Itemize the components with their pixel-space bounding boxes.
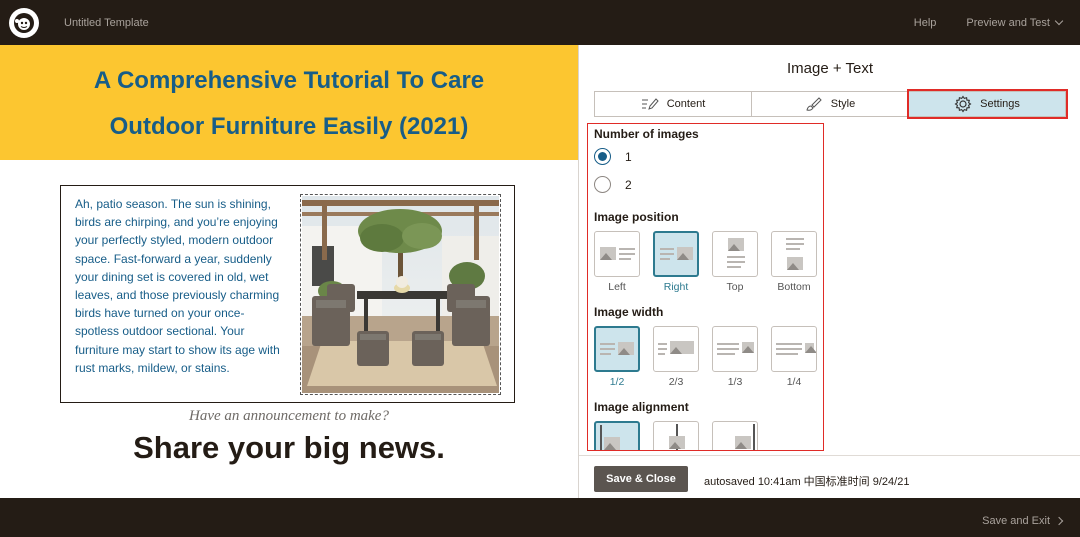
position-left-option[interactable]: Left (594, 231, 640, 293)
width-one-quarter-label: 1/4 (786, 376, 802, 388)
width-one-third-option[interactable]: 1/3 (712, 326, 758, 388)
images-option-2[interactable]: 2 (594, 176, 632, 193)
number-of-images-label: Number of images (594, 127, 699, 141)
image-alignment-options (594, 421, 758, 450)
editor-tabs: Content Style Settings (594, 89, 1068, 119)
save-and-exit-link[interactable]: Save and Exit (982, 515, 1064, 527)
alignment-right-icon (712, 421, 758, 450)
hero-title-line-2: Outdoor Furniture Easily (2021) (109, 113, 469, 140)
chevron-right-icon (1054, 516, 1064, 526)
images-option-1-label: 1 (625, 149, 632, 164)
radio-1-selected[interactable] (594, 148, 611, 165)
big-news-heading[interactable]: Share your big news. (0, 430, 578, 466)
width-two-thirds-icon (653, 326, 699, 372)
hero-banner[interactable]: A Comprehensive Tutorial To Care Outdoor… (0, 45, 578, 160)
block-body-text: Ah, patio season. The sun is shining, bi… (75, 197, 280, 375)
tab-settings[interactable]: Settings (907, 89, 1068, 119)
images-option-2-label: 2 (625, 177, 632, 192)
alignment-left-option[interactable] (594, 421, 640, 450)
position-top-label: Top (726, 281, 744, 293)
tab-content-label: Content (666, 98, 706, 110)
position-bottom-label: Bottom (777, 281, 811, 293)
pencil-icon (641, 97, 659, 111)
width-one-quarter-icon (771, 326, 817, 372)
autosaved-status: autosaved 10:41am 中国标准时间 9/24/21 (704, 476, 910, 488)
save-and-close-button[interactable]: Save & Close (594, 466, 688, 492)
width-one-quarter-option[interactable]: 1/4 (771, 326, 817, 388)
width-half-icon (594, 326, 640, 372)
position-top-option[interactable]: Top (712, 231, 758, 293)
alignment-left-icon (594, 421, 640, 450)
tab-style[interactable]: Style (752, 91, 909, 117)
chevron-down-icon (1054, 16, 1064, 26)
gear-icon (954, 95, 972, 113)
panel-footer: Save & Close autosaved 10:41am 中国标准时间 9/… (579, 455, 1080, 498)
width-one-third-icon (712, 326, 758, 372)
image-width-label: Image width (594, 305, 664, 319)
tab-content[interactable]: Content (594, 91, 752, 117)
tab-style-label: Style (830, 98, 856, 110)
radio-2[interactable] (594, 176, 611, 193)
width-two-thirds-label: 2/3 (668, 376, 684, 388)
image-text-block[interactable]: Ah, patio season. The sun is shining, bi… (60, 185, 515, 403)
top-bar: Untitled Template Help Preview and Test (0, 0, 1080, 45)
alignment-center-icon (653, 421, 699, 450)
preview-and-test-label: Preview and Test (966, 16, 1050, 29)
panel-title: Image + Text (786, 60, 874, 77)
monkey-logo-icon[interactable] (9, 7, 39, 38)
alignment-center-option[interactable] (653, 421, 699, 450)
position-right-label: Right (663, 281, 689, 293)
width-half-label: 1/2 (609, 376, 625, 388)
images-option-1[interactable]: 1 (594, 148, 632, 165)
position-left-label: Left (608, 281, 626, 293)
position-left-icon (594, 231, 640, 277)
image-width-options: 1/2 2/3 1/3 1/4 (594, 326, 817, 388)
width-two-thirds-option[interactable]: 2/3 (653, 326, 699, 388)
hero-title-line-1: A Comprehensive Tutorial To Care (93, 67, 485, 94)
preview-and-test-menu[interactable]: Preview and Test (966, 16, 1064, 29)
position-top-icon (712, 231, 758, 277)
help-link[interactable]: Help (914, 17, 937, 29)
position-right-icon (653, 231, 699, 277)
block-editor-panel: Image + Text Content Style Settings Numb… (578, 45, 1080, 498)
patio-furniture-image[interactable] (300, 194, 501, 395)
position-bottom-icon (771, 231, 817, 277)
template-title[interactable]: Untitled Template (64, 17, 149, 29)
email-canvas: A Comprehensive Tutorial To Care Outdoor… (0, 45, 578, 498)
width-half-option[interactable]: 1/2 (594, 326, 640, 388)
position-bottom-option[interactable]: Bottom (771, 231, 817, 293)
brush-icon (805, 96, 823, 112)
alignment-right-option[interactable] (712, 421, 758, 450)
position-right-option[interactable]: Right (653, 231, 699, 293)
image-alignment-label: Image alignment (594, 400, 689, 414)
announcement-subtitle[interactable]: Have an announcement to make? (0, 408, 578, 425)
image-position-label: Image position (594, 210, 679, 224)
settings-section: Number of images 1 2 Image position Left (587, 123, 824, 451)
image-position-options: Left Right Top Bottom (594, 231, 817, 293)
width-one-third-label: 1/3 (727, 376, 743, 388)
tab-settings-label: Settings (980, 98, 1020, 110)
bottom-bar: Save and Exit (0, 498, 1080, 537)
save-and-exit-label: Save and Exit (982, 515, 1050, 527)
